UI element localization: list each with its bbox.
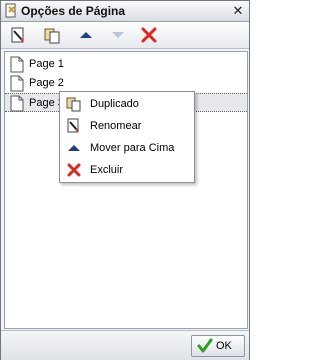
menu-item-label: Mover para Cima	[90, 142, 175, 154]
menu-item-move-up[interactable]: Mover para Cima	[60, 137, 194, 159]
menu-item-label: Excluir	[90, 164, 124, 176]
duplicate-button[interactable]	[43, 26, 61, 44]
window-app-icon	[4, 3, 18, 19]
rename-button[interactable]	[9, 26, 27, 44]
rename-icon	[11, 27, 24, 43]
move-down-icon	[112, 32, 124, 38]
list-item-label: Page 2	[29, 77, 64, 89]
menu-item-label: Renomear	[90, 120, 142, 132]
ok-button[interactable]: OK	[191, 335, 245, 357]
move-down-button[interactable]	[109, 26, 127, 44]
move-up-icon	[80, 32, 92, 38]
context-menu: Duplicado Renomear Mover para Cima Exclu…	[59, 91, 195, 183]
menu-item-duplicate[interactable]: Duplicado	[60, 93, 194, 115]
duplicate-icon	[66, 96, 82, 112]
delete-button[interactable]	[140, 26, 158, 44]
menu-item-label: Duplicado	[90, 98, 139, 110]
menu-item-delete[interactable]: Excluir	[60, 159, 194, 181]
checkmark-icon	[197, 338, 213, 354]
page-icon	[10, 95, 24, 112]
list-item-label: Page 1	[29, 58, 64, 70]
rename-icon	[66, 118, 82, 134]
close-button[interactable]: ✕	[231, 4, 245, 18]
window-title: Opções de Página	[21, 4, 126, 18]
move-up-icon	[66, 140, 82, 156]
page-options-window: Opções de Página ✕ Page 1 Page 2 Page 3 …	[0, 0, 250, 360]
dialog-footer: OK	[1, 330, 249, 360]
title-bar[interactable]: Opções de Página ✕	[1, 1, 249, 22]
delete-icon	[66, 162, 82, 178]
move-up-button[interactable]	[77, 26, 95, 44]
ok-button-label: OK	[216, 340, 232, 352]
toolbar	[1, 22, 249, 49]
delete-icon	[141, 27, 157, 43]
page-icon	[10, 56, 24, 73]
page-icon	[10, 75, 24, 92]
duplicate-icon	[44, 28, 60, 44]
menu-item-rename[interactable]: Renomear	[60, 115, 194, 137]
list-item[interactable]: Page 1	[5, 55, 247, 74]
